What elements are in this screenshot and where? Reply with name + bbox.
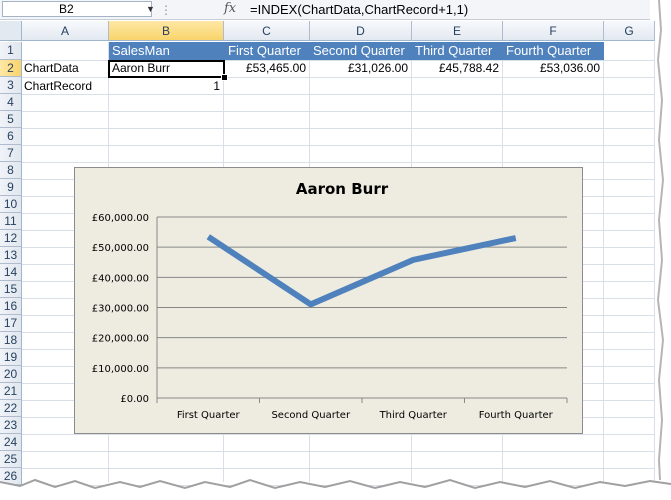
name-box-value: B2 [59,2,74,16]
row-header[interactable]: 14 [0,264,22,281]
name-box[interactable]: B2 [2,1,152,17]
row-header[interactable]: 11 [0,213,22,230]
row-header[interactable]: 17 [0,315,22,332]
x-tick-label: Fourth Quarter [479,410,554,421]
row-header[interactable]: 13 [0,247,22,264]
formula-input[interactable]: =INDEX(ChartData,ChartRecord+1,1) [250,2,468,17]
cell-chartrecord-label[interactable]: ChartRecord [24,78,109,95]
chart-title: Aaron Burr [296,180,389,198]
cell-salesman-header[interactable]: SalesMan [112,42,224,60]
cell-q2-value[interactable]: £31,026.00 [310,60,412,77]
row-header[interactable]: 2 [0,60,22,77]
formula-bar: B2 ▼ ⋮ fx =INDEX(ChartData,ChartRecord+1… [0,0,650,20]
row-header[interactable]: 16 [0,298,22,315]
y-tick-label: £20,000.00 [92,334,149,345]
row-header[interactable]: 15 [0,281,22,298]
cell-q3-value[interactable]: £45,788.42 [412,60,503,77]
y-tick-label: £40,000.00 [92,273,149,284]
row-header[interactable]: 25 [0,451,22,468]
row-header[interactable]: 20 [0,366,22,383]
grip-icon: ⋮ [160,3,173,17]
cell-q1-header[interactable]: First Quarter [228,42,310,60]
cell-q2-header[interactable]: Second Quarter [313,42,412,60]
x-tick-label: First Quarter [177,410,241,421]
row-header[interactable]: 19 [0,349,22,366]
row-header[interactable]: 1 [0,42,22,60]
grid-row-line [22,451,656,452]
y-tick-label: £0.00 [120,394,149,405]
cell-q4-value[interactable]: £53,036.00 [503,60,604,77]
grid-row-line [22,145,656,146]
column-header[interactable]: D [310,21,412,41]
row-header[interactable]: 4 [0,94,22,111]
y-tick-label: £60,000.00 [92,213,149,224]
row-header[interactable]: 5 [0,111,22,128]
grid-row-line [22,468,656,469]
cell-q4-header[interactable]: Fourth Quarter [506,42,604,60]
column-header[interactable]: F [503,21,604,41]
x-tick-label: Third Quarter [379,410,448,421]
line-chart[interactable]: Aaron Burr £0.00 £10,000.00 £20,000.00 £30,0… [74,167,583,434]
row-header[interactable]: 12 [0,230,22,247]
grid-col-line [603,42,604,482]
chevron-down-icon[interactable]: ▼ [146,4,155,14]
row-header[interactable]: 21 [0,383,22,400]
row-header[interactable]: 9 [0,179,22,196]
column-header[interactable]: C [224,21,310,41]
row-header[interactable]: 3 [0,77,22,94]
column-header[interactable]: A [22,21,109,41]
row-header[interactable]: 22 [0,400,22,417]
torn-edge [0,478,671,500]
grid-row-line [22,111,656,112]
chart-canvas: Aaron Burr £0.00 £10,000.00 £20,000.00 £30,0… [92,180,568,421]
grid-row-line [22,162,656,163]
x-tick-label: Second Quarter [271,410,351,421]
column-header[interactable]: G [604,21,655,41]
grid-row-line [22,128,656,129]
active-cell-border [108,60,225,78]
column-header-selected[interactable]: B [109,21,224,41]
row-header[interactable]: 24 [0,434,22,451]
row-header[interactable]: 23 [0,417,22,434]
cell-q3-header[interactable]: Third Quarter [415,42,503,60]
row-header[interactable]: 18 [0,332,22,349]
cell-chartdata-label[interactable]: ChartData [24,60,109,77]
y-tick-label: £50,000.00 [92,243,149,254]
insert-function-icon[interactable]: fx [224,1,236,16]
cell-chartrecord-value[interactable]: 1 [109,78,224,95]
cell-q1-value[interactable]: £53,465.00 [224,60,310,77]
y-tick-label: £10,000.00 [92,364,149,375]
grid-row-line [22,434,656,435]
row-header[interactable]: 6 [0,128,22,145]
row-header[interactable]: 10 [0,196,22,213]
right-edge-shadow [655,0,665,480]
row-header[interactable]: 7 [0,145,22,162]
fill-handle[interactable] [221,74,228,81]
column-headers: A B C D E F G [0,21,655,42]
row-header[interactable]: 8 [0,162,22,179]
y-tick-label: £30,000.00 [92,304,149,315]
column-header[interactable]: E [412,21,503,41]
